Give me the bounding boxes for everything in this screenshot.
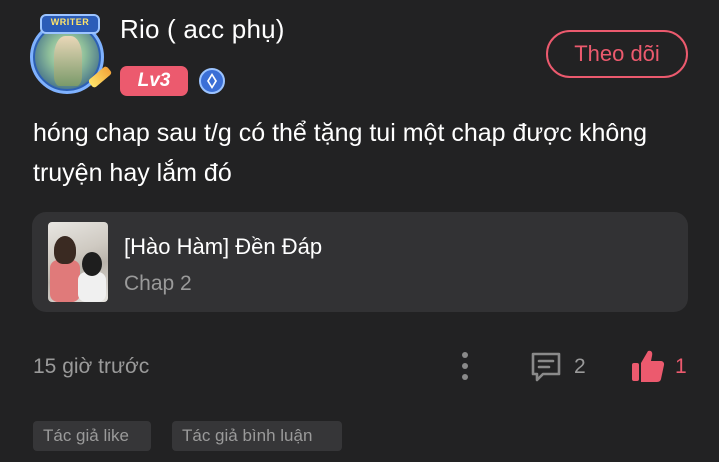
writer-badge: WRITER <box>40 14 100 34</box>
username[interactable]: Rio ( acc phụ) <box>120 14 285 45</box>
comment-text: hóng chap sau t/g có thể tặng tui một ch… <box>33 119 648 187</box>
diamond-badge-icon <box>199 68 225 94</box>
like-count: 1 <box>675 355 687 378</box>
chapter-title: [Hào Hàm] Đền Đáp <box>124 234 323 259</box>
level-badge: Lv3 <box>120 66 188 96</box>
thumbs-up-icon[interactable] <box>630 348 666 384</box>
timestamp: 15 giờ trước <box>33 355 150 378</box>
avatar[interactable]: WRITER <box>26 14 113 98</box>
reply-count: 2 <box>574 355 586 378</box>
avatar-image <box>54 36 82 86</box>
chapter-number: Chap 2 <box>124 272 192 295</box>
chapter-card[interactable]: [Hào Hàm] Đền Đáp Chap 2 <box>32 212 688 312</box>
author-commented-tag: Tác giả bình luận <box>172 421 342 451</box>
follow-button[interactable]: Theo dõi <box>546 30 688 78</box>
author-liked-tag: Tác giả like <box>33 421 151 451</box>
more-vertical-icon[interactable] <box>458 350 472 384</box>
comment-icon[interactable] <box>529 350 563 384</box>
chapter-thumbnail <box>48 222 108 302</box>
